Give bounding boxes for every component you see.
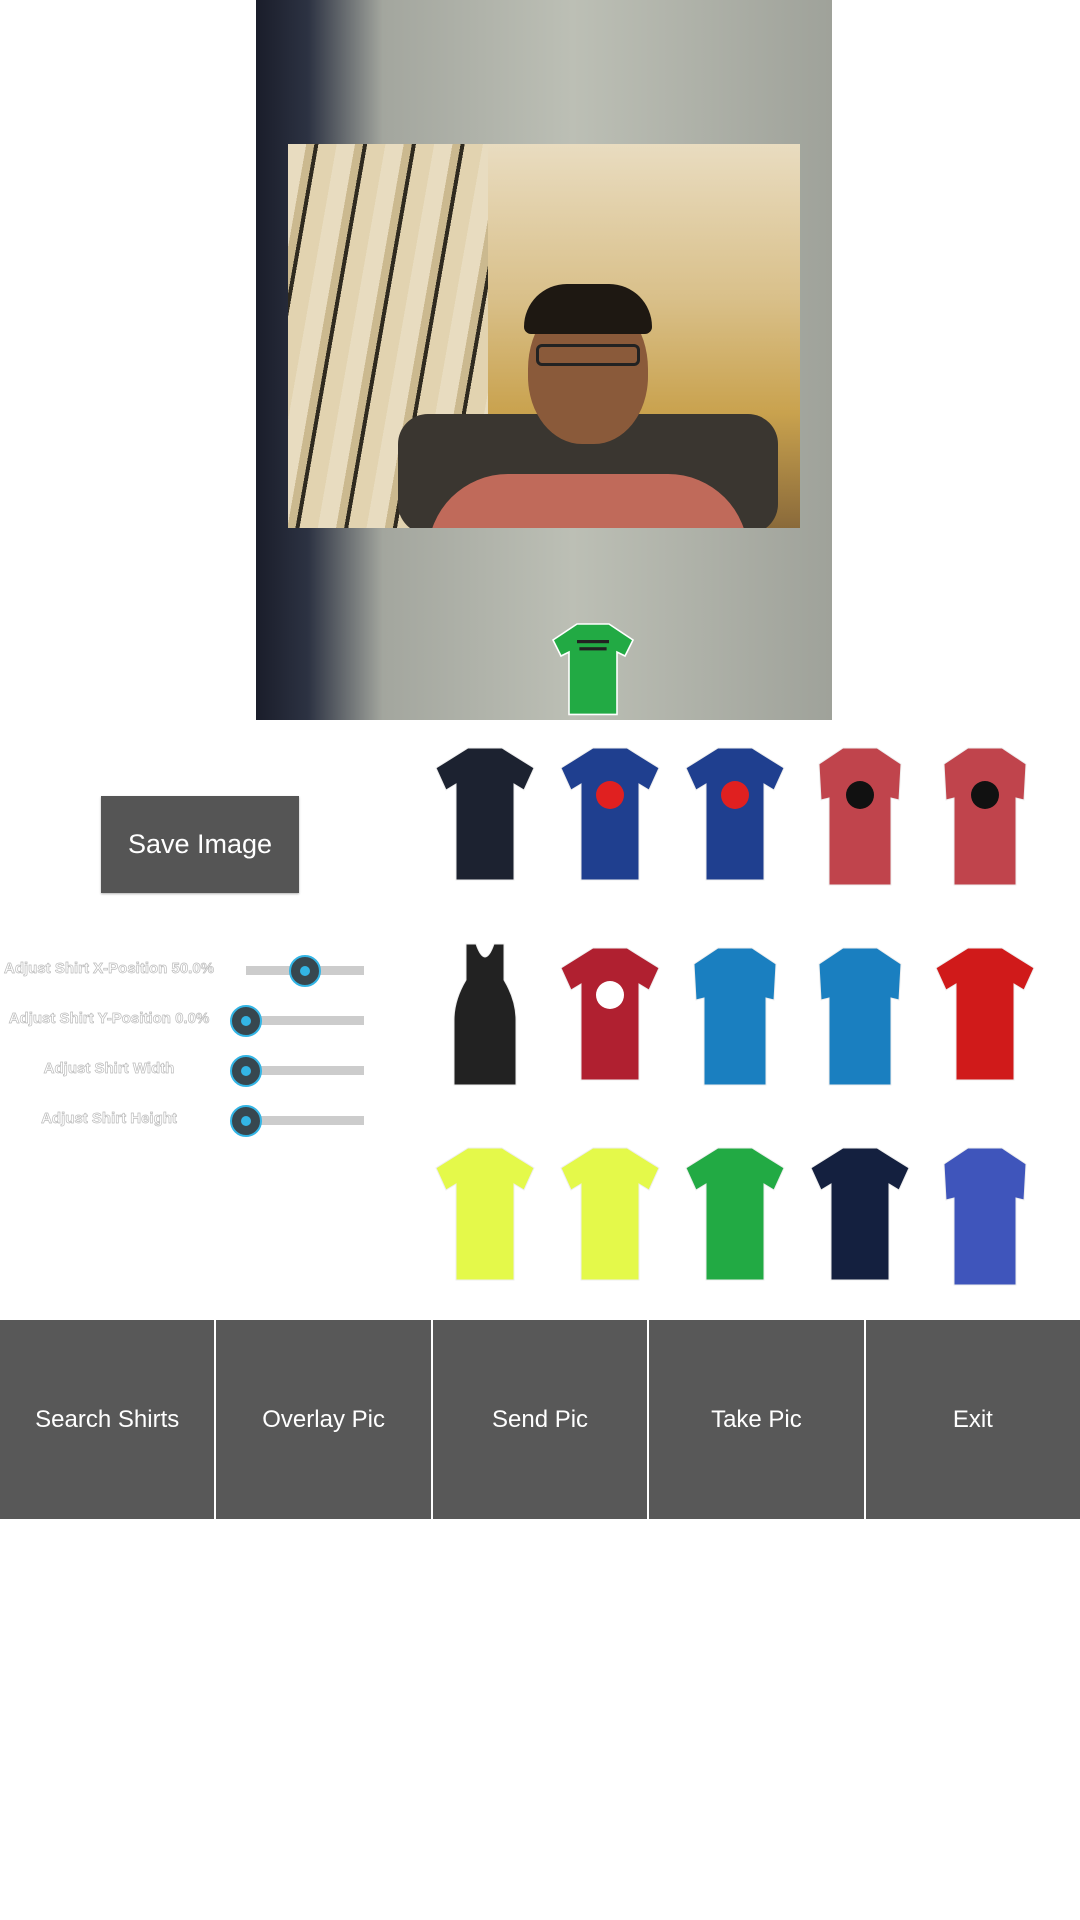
exit-button[interactable]: Exit — [865, 1320, 1080, 1519]
shirt-option-blue-polo-long-2[interactable] — [805, 940, 915, 1090]
person-hair — [524, 284, 652, 334]
shirt-option-blue-polo-long[interactable] — [680, 940, 790, 1090]
shirt-option-spider-tee-red-2[interactable] — [930, 740, 1040, 890]
take-pic-button[interactable]: Take Pic — [649, 1320, 864, 1519]
shirt-option-superman-tee[interactable] — [555, 740, 665, 890]
shirt-option-hudson-bay-tee[interactable] — [930, 1140, 1040, 1290]
slider-row: Adjust Shirt Y-Position 0.0% — [0, 1000, 380, 1040]
slider-label: Adjust Shirt X-Position 50.0% — [3, 960, 215, 978]
shirt-option-green-text-tee[interactable] — [680, 1140, 790, 1290]
save-image-button[interactable]: Save Image — [101, 796, 299, 893]
overlay-pic-button[interactable]: Overlay Pic — [216, 1320, 431, 1519]
shirt-option-black-tank-top[interactable] — [430, 940, 540, 1090]
overlay-shirt[interactable] — [548, 620, 638, 716]
person-torso — [428, 474, 748, 528]
slider-row: Adjust Shirt X-Position 50.0% — [0, 950, 380, 990]
send-pic-button[interactable]: Send Pic — [432, 1320, 648, 1519]
slider-row: Adjust Shirt Height — [0, 1100, 380, 1140]
search-shirts-button[interactable]: Search Shirts — [0, 1320, 215, 1519]
captured-photo — [288, 144, 800, 528]
slider-thumb[interactable] — [230, 1105, 262, 1137]
slider-thumb[interactable] — [230, 1005, 262, 1037]
glasses — [536, 344, 640, 366]
shirt-option-red-smile-tee[interactable] — [930, 940, 1040, 1090]
slider-row: Adjust Shirt Width — [0, 1050, 380, 1090]
shirt-option-superman-tee-2[interactable] — [680, 740, 790, 890]
bottom-toolbar: Search Shirts Overlay Pic Send Pic Take … — [0, 1320, 1080, 1519]
slider-label: Adjust Shirt Y-Position 0.0% — [8, 1010, 210, 1028]
slider-thumb[interactable] — [289, 955, 321, 987]
slider-thumb[interactable] — [230, 1055, 262, 1087]
shirt-option-coca-cola-tee[interactable] — [555, 940, 665, 1090]
slider-track[interactable] — [246, 1016, 364, 1025]
slider-track[interactable] — [246, 1116, 364, 1125]
slider-track[interactable] — [246, 1066, 364, 1075]
shirt-option-black-graphic-tee[interactable] — [430, 740, 540, 890]
slider-label: Adjust Shirt Width — [43, 1060, 175, 1078]
shirt-option-adidas-neon-tee-2[interactable] — [555, 1140, 665, 1290]
slider-label: Adjust Shirt Height — [41, 1110, 178, 1128]
shirt-option-adidas-neon-tee[interactable] — [430, 1140, 540, 1290]
shirt-option-spider-tee-red[interactable] — [805, 740, 915, 890]
shirt-option-dads-gym-buddy-tee[interactable] — [805, 1140, 915, 1290]
